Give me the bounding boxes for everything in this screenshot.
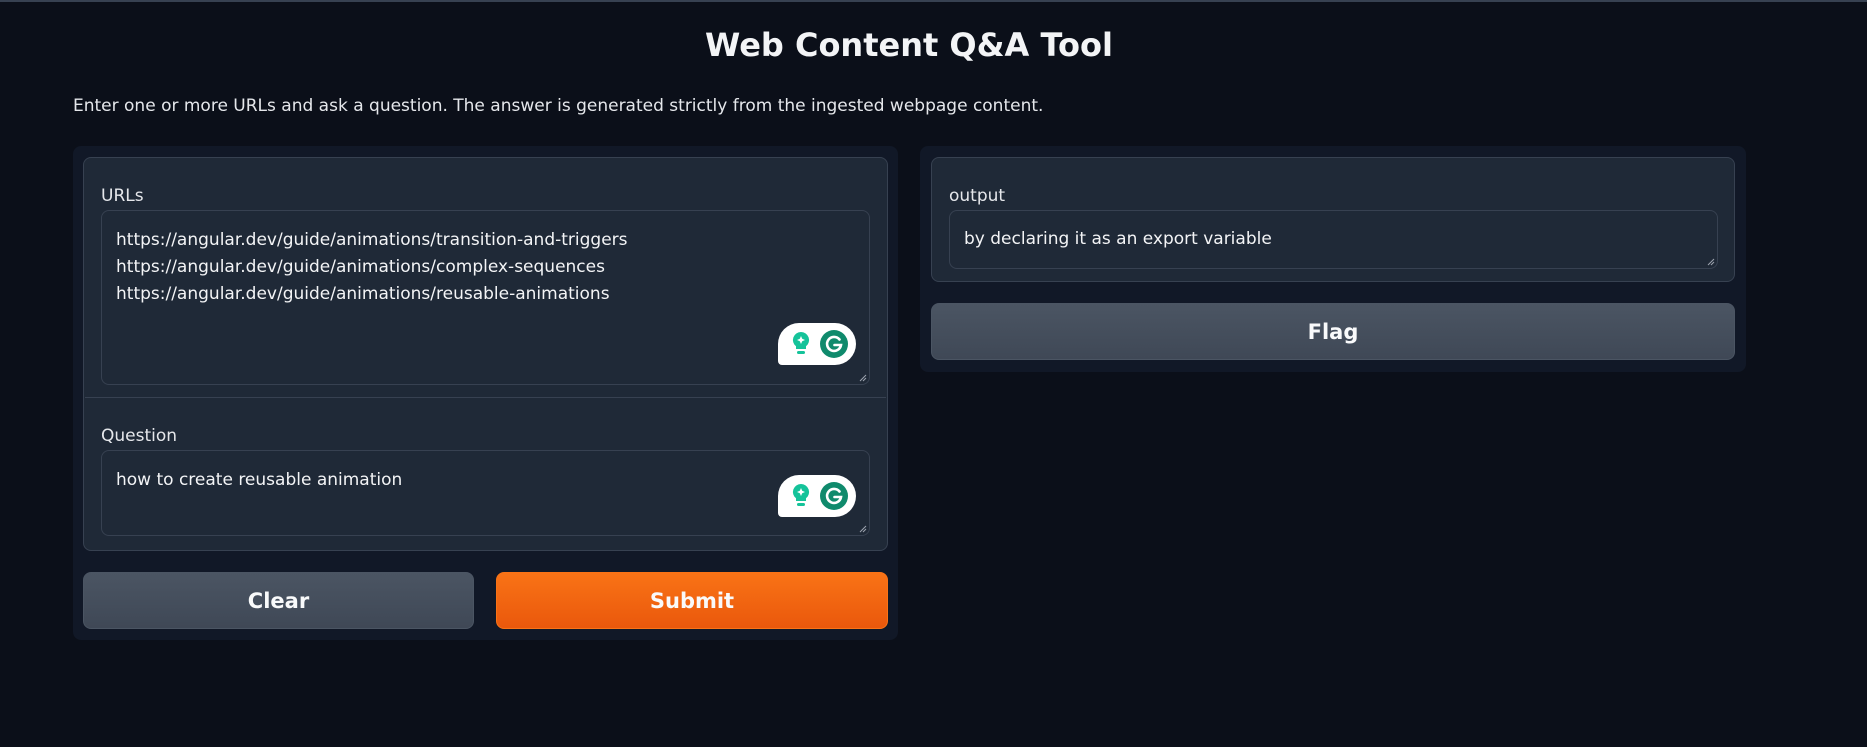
input-panel: URLs https://angular.dev/guide/animation… bbox=[73, 146, 898, 640]
input-form: URLs https://angular.dev/guide/animation… bbox=[83, 157, 888, 551]
question-label: Question bbox=[101, 426, 178, 446]
grammarly-widget[interactable] bbox=[778, 475, 856, 517]
flag-button[interactable]: Flag bbox=[931, 303, 1735, 360]
url-line: https://angular.dev/guide/animations/tra… bbox=[116, 230, 628, 250]
question-value: how to create reusable animation bbox=[116, 470, 403, 490]
page-title: Web Content Q&A Tool bbox=[705, 26, 1113, 64]
resize-handle-icon[interactable] bbox=[1706, 257, 1715, 266]
urls-textarea[interactable]: https://angular.dev/guide/animations/tra… bbox=[101, 210, 870, 385]
clear-button[interactable]: Clear bbox=[83, 572, 474, 629]
url-line: https://angular.dev/guide/animations/reu… bbox=[116, 284, 610, 304]
grammarly-g-icon bbox=[819, 482, 848, 510]
output-value: by declaring it as an export variable bbox=[964, 229, 1272, 249]
top-border bbox=[0, 0, 1867, 2]
url-line: https://angular.dev/guide/animations/com… bbox=[116, 257, 605, 277]
grammarly-assistant-icon bbox=[787, 482, 815, 510]
output-label: output bbox=[949, 186, 1006, 206]
resize-handle-icon[interactable] bbox=[858, 373, 867, 382]
form-divider bbox=[85, 397, 886, 398]
grammarly-g-icon bbox=[819, 330, 848, 358]
grammarly-assistant-icon bbox=[787, 330, 815, 358]
resize-handle-icon[interactable] bbox=[858, 524, 867, 533]
output-block: output by declaring it as an export vari… bbox=[931, 157, 1735, 282]
question-textarea[interactable]: how to create reusable animation bbox=[101, 450, 870, 536]
output-textarea[interactable]: by declaring it as an export variable bbox=[949, 210, 1718, 269]
urls-label: URLs bbox=[101, 186, 144, 206]
output-panel: output by declaring it as an export vari… bbox=[920, 146, 1746, 372]
grammarly-widget[interactable] bbox=[778, 323, 856, 365]
page-description: Enter one or more URLs and ask a questio… bbox=[73, 96, 1044, 116]
submit-button[interactable]: Submit bbox=[496, 572, 888, 629]
